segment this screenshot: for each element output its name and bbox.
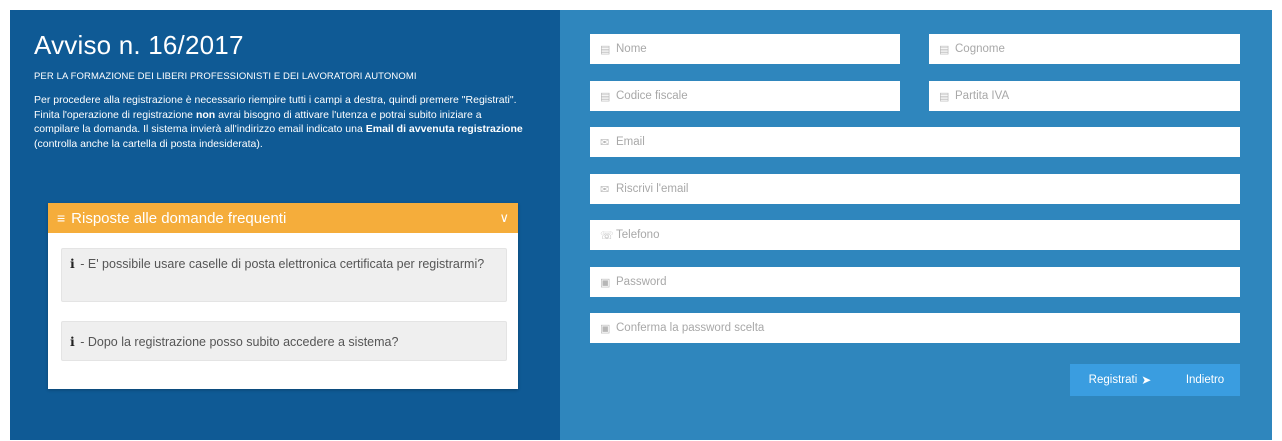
codice-fiscale-placeholder: Codice fiscale xyxy=(616,90,688,102)
lock-icon: ▣ xyxy=(600,322,611,335)
instructions-bold: non xyxy=(195,108,216,121)
email-field[interactable]: ✉ Email xyxy=(590,127,1240,157)
phone-icon: ☏ xyxy=(600,229,614,242)
faq-header[interactable]: ≡ Risposte alle domande frequenti ∨ xyxy=(48,203,518,233)
password-confirm-placeholder: Conferma la password scelta xyxy=(616,322,765,334)
envelope-icon: ✉ xyxy=(600,183,610,196)
faq-header-label: Risposte alle domande frequenti xyxy=(71,209,287,227)
back-label: Indietro xyxy=(1185,374,1225,386)
arrow-circle-icon: ➤ xyxy=(1141,373,1152,387)
info-column: Avviso n. 16/2017 PER LA FORMAZIONE DEI … xyxy=(34,28,534,151)
password-field[interactable]: ▣ Password xyxy=(590,267,1240,297)
chevron-down-icon[interactable]: ∨ xyxy=(499,210,509,226)
info-icon: i xyxy=(70,334,75,349)
registration-form: ▤ Nome ▤ Cognome ▤ Codice fiscale ▤ Partita … xyxy=(560,10,1272,440)
page-subtitle: PER LA FORMAZIONE DEI LIBERI PROFESSIONI… xyxy=(34,71,417,82)
lock-icon: ▣ xyxy=(600,276,611,289)
page-title: Avviso n. 16/2017 xyxy=(34,30,244,60)
faq-item-text: - Dopo la registrazione posso subito acc… xyxy=(76,335,399,349)
menu-icon: ≡ xyxy=(57,210,66,226)
telefono-field[interactable]: ☏ Telefono xyxy=(590,220,1240,250)
register-label: Registrati xyxy=(1088,374,1138,386)
faq-item-text: - E' possibile usare caselle di posta el… xyxy=(76,257,485,271)
registration-banner: Avviso n. 16/2017 PER LA FORMAZIONE DEI … xyxy=(10,10,1272,440)
instructions-part: (controlla anche la cartella di posta in… xyxy=(34,137,263,150)
instructions-bold: Email di avvenuta registrazione xyxy=(365,123,523,135)
id-card-icon: ▤ xyxy=(939,90,950,103)
faq-item-access[interactable]: i - Dopo la registrazione posso subito a… xyxy=(61,321,507,361)
id-card-icon: ▤ xyxy=(939,43,950,56)
instructions-text: Per procedere alla registrazione è neces… xyxy=(34,93,526,151)
password-confirm-field[interactable]: ▣ Conferma la password scelta xyxy=(590,313,1240,343)
partita-iva-placeholder: Partita IVA xyxy=(955,90,1010,102)
info-icon: i xyxy=(70,256,75,271)
faq-box: ≡ Risposte alle domande frequenti ∨ i - … xyxy=(48,203,518,389)
password-placeholder: Password xyxy=(616,276,667,288)
faq-item-pec[interactable]: i - E' possibile usare caselle di posta … xyxy=(61,248,507,302)
id-card-icon: ▤ xyxy=(600,43,611,56)
telefono-placeholder: Telefono xyxy=(616,229,660,241)
email-placeholder: Email xyxy=(616,136,645,148)
back-button[interactable]: Indietro xyxy=(1170,364,1240,396)
envelope-icon: ✉ xyxy=(600,136,610,149)
cognome-placeholder: Cognome xyxy=(955,43,1005,55)
email-confirm-placeholder: Riscrivi l'email xyxy=(616,183,689,195)
cognome-field[interactable]: ▤ Cognome xyxy=(929,34,1240,64)
id-card-icon: ▤ xyxy=(600,90,611,103)
nome-field[interactable]: ▤ Nome xyxy=(590,34,900,64)
codice-fiscale-field[interactable]: ▤ Codice fiscale xyxy=(590,81,900,111)
nome-placeholder: Nome xyxy=(616,43,647,55)
register-button[interactable]: Registrati ➤ xyxy=(1070,364,1170,396)
partita-iva-field[interactable]: ▤ Partita IVA xyxy=(929,81,1240,111)
email-confirm-field[interactable]: ✉ Riscrivi l'email xyxy=(590,174,1240,204)
